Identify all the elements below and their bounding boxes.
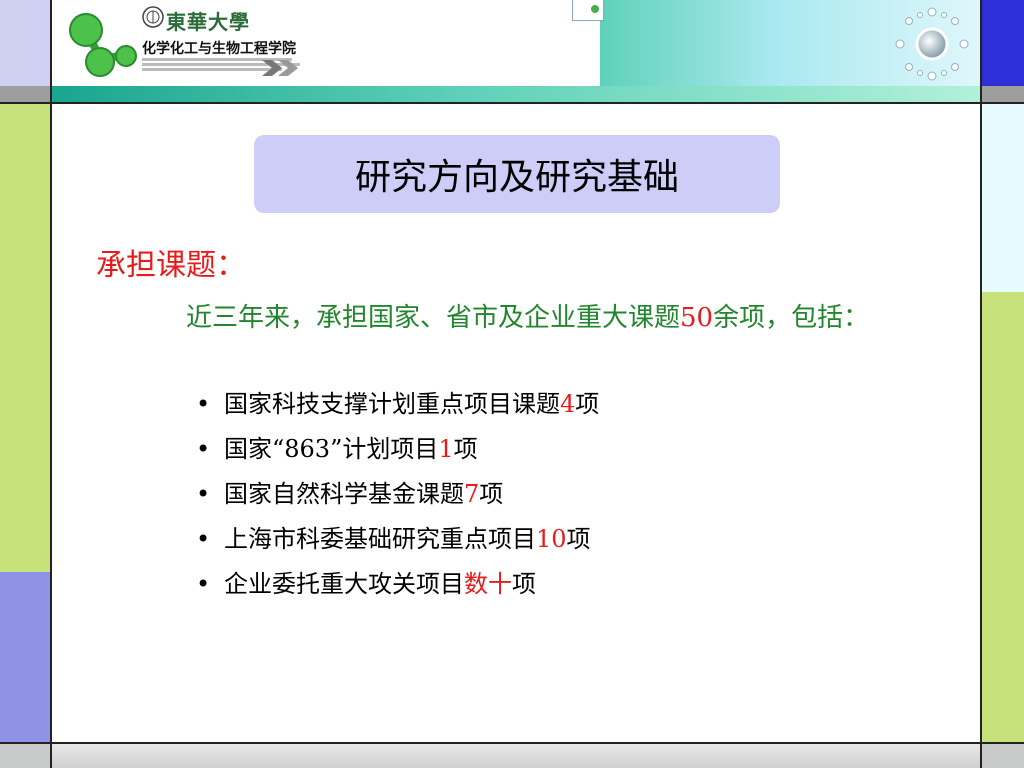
intro-number: 50 [680,303,714,333]
college-name: 化学化工与生物工程学院 [142,41,296,57]
frame-right-top-block [982,0,1024,88]
list-item: • 企业委托重大攻关项目数十项 [196,562,599,607]
frame-right-bottom-block [982,292,1024,744]
sun-decoration-icon [895,7,969,81]
list-item-count: 数十 [464,570,512,598]
list-item-text: 国家“863”计划项目 [224,435,439,463]
frame-left-top-block [0,0,50,88]
title-box: 研究方向及研究基础 [254,135,780,213]
list-item-unit: 项 [575,390,600,418]
frame-right-middle-block [982,104,1024,292]
section-heading: 承担课题： [96,248,246,283]
frame-left-bottom-block [0,572,50,744]
frame-line-left [50,0,52,768]
university-seal-icon [142,6,164,28]
frame-left-middle-block [0,104,50,572]
list-item-unit: 项 [479,480,504,508]
bullet-dot-icon: • [196,525,211,553]
small-green-dot-icon [591,5,599,13]
bullet-dot-icon: • [196,480,211,508]
list-item-unit: 项 [453,435,478,463]
intro-text-after: 余项，包括： [713,303,870,333]
list-item: • 国家自然科学基金课题7项 [196,472,599,517]
bullet-dot-icon: • [196,570,211,598]
frame-line-right [980,0,982,768]
list-item-text: 上海市科委基础研究重点项目 [224,525,536,553]
college-logo-icon [69,13,137,77]
list-item-text: 国家自然科学基金课题 [224,480,464,508]
bullet-dot-icon: • [196,435,211,463]
list-item-text: 企业委托重大攻关项目 [224,570,464,598]
list-item: • 上海市科委基础研究重点项目10项 [196,517,599,562]
frame-line-top [0,102,1024,104]
frame-right-bottom-strip [982,744,1024,768]
list-item-count: 7 [464,480,480,508]
intro-text-before: 近三年来，承担国家、省市及企业重大课题 [186,303,681,333]
double-chevron-icon [262,60,298,76]
footer-bar [52,744,980,768]
project-list: • 国家科技支撑计划重点项目课题4项 • 国家“863”计划项目1项 • 国家自然科学… [196,382,599,607]
header-gradient-bar [52,86,980,102]
university-name: 東華大學 [166,10,250,34]
list-item-count: 10 [536,525,567,553]
frame-left-bottom-strip [0,744,50,768]
list-item: • 国家“863”计划项目1项 [196,427,599,472]
bullet-dot-icon: • [196,390,211,418]
list-item-count: 1 [438,435,454,463]
list-item-count: 4 [560,390,576,418]
list-item-unit: 项 [566,525,591,553]
list-item: • 国家科技支撑计划重点项目课题4项 [196,382,599,427]
list-item-unit: 项 [512,570,536,598]
intro-paragraph: 近三年来，承担国家、省市及企业重大课题50余项，包括： [134,296,914,340]
slide-title: 研究方向及研究基础 [354,157,679,198]
list-item-text: 国家科技支撑计划重点项目课题 [224,390,560,418]
